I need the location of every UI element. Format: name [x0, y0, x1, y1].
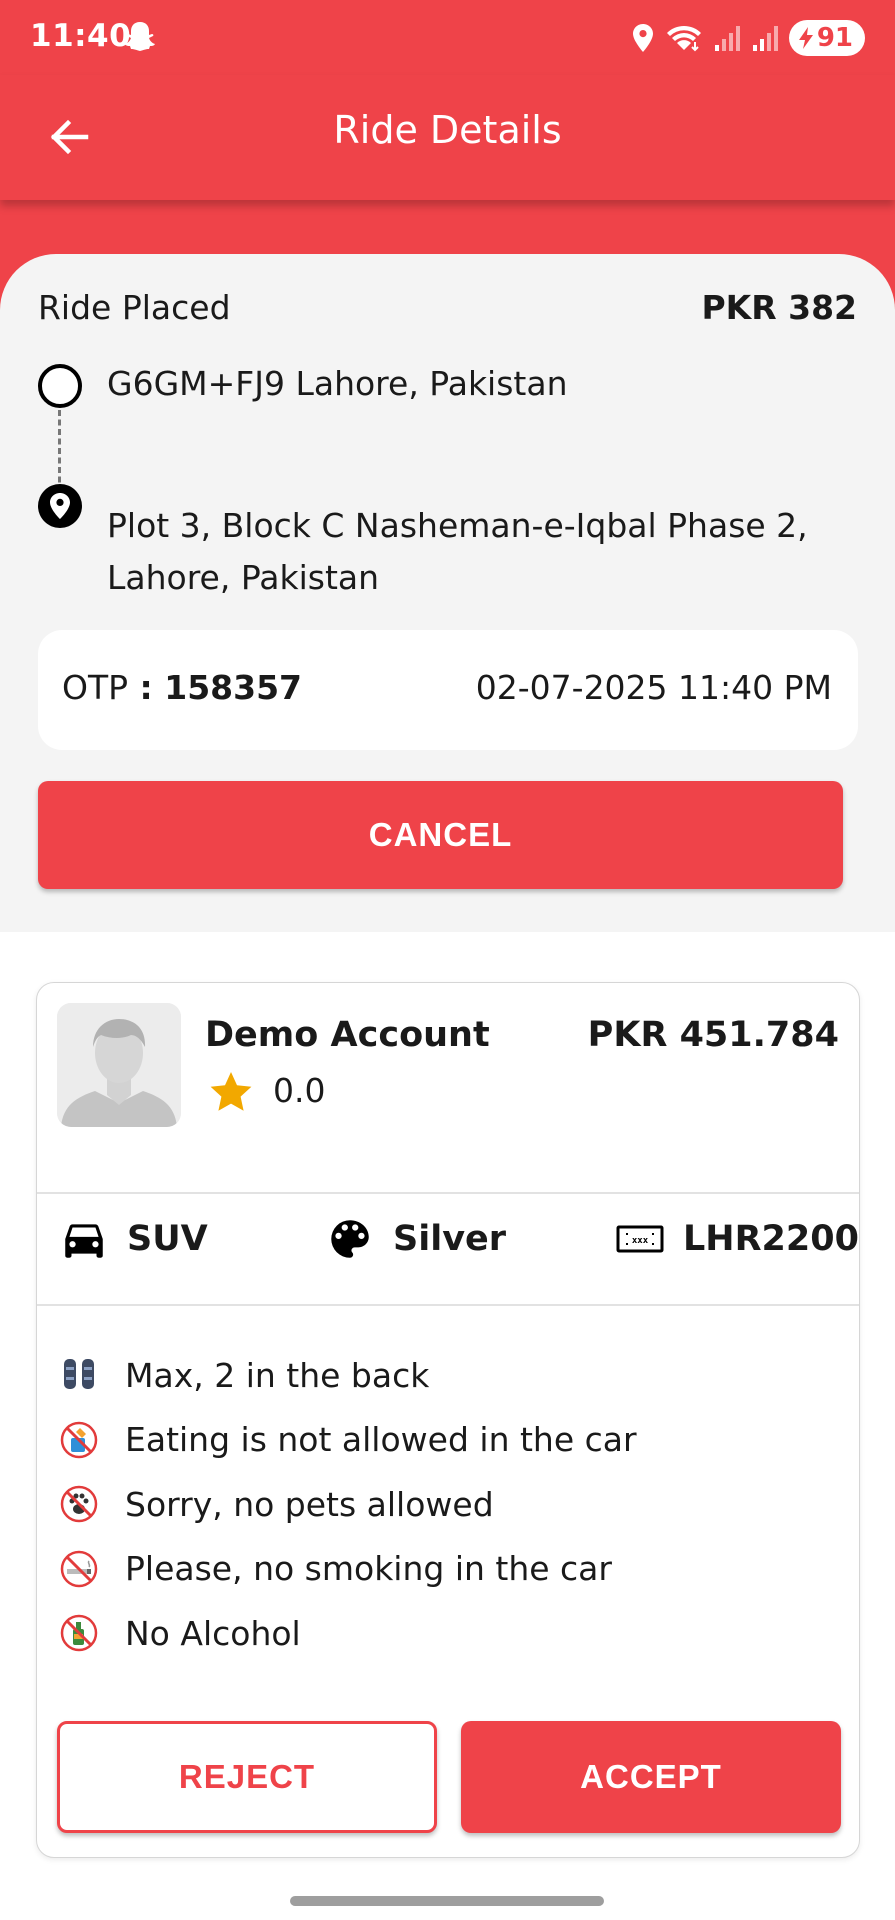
ride-preferences-list: Max, 2 in the back Eating is not allowed…	[59, 1343, 637, 1666]
license-plate-icon: xxx	[616, 1225, 664, 1253]
status-bar: 11:40 91	[0, 0, 895, 75]
driver-avatar-icon	[57, 1003, 181, 1127]
ride-datetime: 02-07-2025 11:40 PM	[475, 668, 832, 707]
driver-offer-card: Demo Account 0.0 PKR 451.784 SUV Silver …	[36, 982, 860, 1858]
status-time: 11:40	[30, 18, 132, 54]
accept-button[interactable]: ACCEPT	[461, 1721, 841, 1833]
location-icon	[632, 24, 653, 52]
wifi-icon	[666, 25, 701, 52]
driver-rating: 0.0	[273, 1071, 326, 1110]
ride-fare: PKR 382	[701, 288, 857, 327]
reject-button[interactable]: REJECT	[57, 1721, 437, 1833]
battery-indicator: 91	[788, 20, 865, 56]
status-icons: 91	[631, 18, 865, 58]
otp-label: OTP	[62, 668, 129, 707]
ride-summary-panel: Ride Placed PKR 382 G6GM+FJ9 Lahore, Pak…	[0, 254, 895, 932]
preference-label: Max, 2 in the back	[125, 1355, 430, 1395]
page-title: Ride Details	[333, 108, 562, 152]
route-line	[58, 410, 61, 492]
pickup-address: G6GM+FJ9 Lahore, Pakistan	[107, 364, 568, 403]
palette-icon	[331, 1220, 369, 1258]
seats-icon	[64, 1359, 94, 1390]
list-item: Eating is not allowed in the car	[59, 1408, 637, 1473]
list-item: Please, no smoking in the car	[59, 1537, 637, 1602]
divider	[37, 1304, 859, 1306]
avatar	[57, 1003, 181, 1127]
snapchat-icon	[125, 22, 155, 51]
list-item: Sorry, no pets allowed	[59, 1472, 637, 1537]
list-item: Max, 2 in the back	[59, 1343, 637, 1408]
no-alcohol-icon	[60, 1615, 98, 1652]
vehicle-plate-label: LHR2200	[683, 1219, 859, 1259]
preference-label: Please, no smoking in the car	[125, 1549, 612, 1589]
pickup-marker-icon	[38, 364, 82, 408]
vehicle-color: Silver	[325, 1211, 506, 1267]
no-smoking-icon	[60, 1550, 98, 1587]
cancel-button[interactable]: CANCEL	[38, 781, 843, 889]
ride-status: Ride Placed	[38, 288, 231, 327]
no-pets-icon	[60, 1486, 98, 1523]
otp-card: OTP : 158357 02-07-2025 11:40 PM	[38, 630, 858, 750]
no-eating-icon	[60, 1421, 98, 1458]
svg-text:xxx: xxx	[632, 1236, 649, 1246]
vehicle-plate: xxx LHR2200	[615, 1211, 859, 1267]
vehicle-color-label: Silver	[393, 1219, 507, 1259]
car-icon	[65, 1224, 103, 1258]
otp-value: 158357	[164, 668, 303, 707]
preference-label: No Alcohol	[125, 1613, 301, 1653]
divider	[37, 1192, 859, 1194]
driver-fare-offer: PKR 451.784	[587, 1015, 839, 1055]
location-pin-icon	[50, 493, 70, 519]
signal-icon	[752, 26, 778, 51]
app-bar: Ride Details	[0, 75, 895, 200]
preference-label: Eating is not allowed in the car	[125, 1420, 637, 1460]
otp-row: OTP : 158357	[62, 668, 302, 707]
dropoff-address: Plot 3, Block C Nasheman-e-Iqbal Phase 2…	[107, 506, 808, 597]
dropoff-marker-icon	[38, 484, 82, 528]
driver-name: Demo Account	[205, 1015, 490, 1055]
star-icon	[210, 1072, 252, 1111]
home-indicator[interactable]	[290, 1896, 604, 1906]
vehicle-type: SUV	[59, 1211, 208, 1267]
otp-separator: :	[128, 668, 165, 707]
vehicle-type-label: SUV	[127, 1219, 208, 1259]
list-item: No Alcohol	[59, 1601, 637, 1666]
preference-label: Sorry, no pets allowed	[125, 1484, 494, 1524]
signal-icon	[714, 26, 740, 51]
battery-level: 91	[816, 23, 853, 53]
battery-charging-icon	[798, 27, 813, 49]
